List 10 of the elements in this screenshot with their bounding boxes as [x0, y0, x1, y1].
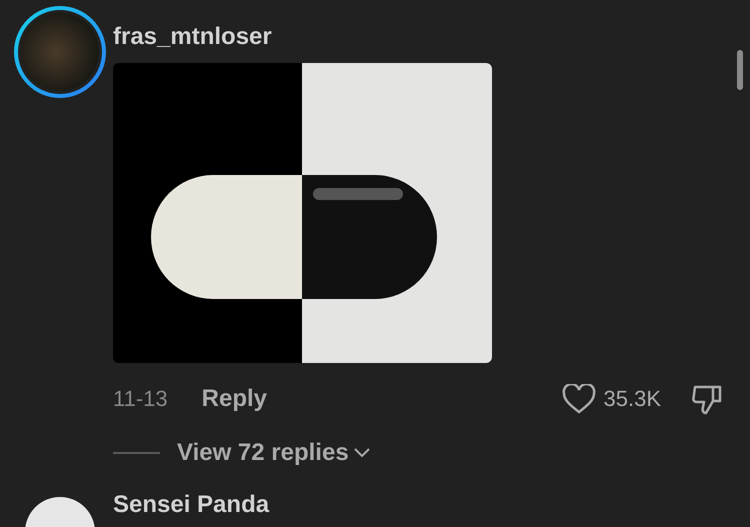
username[interactable]: Sensei Panda — [113, 491, 270, 519]
like-count: 35.3K — [604, 386, 661, 412]
heart-icon[interactable] — [562, 384, 596, 414]
chevron-down-icon[interactable] — [354, 448, 370, 458]
view-replies-button[interactable]: View 72 replies — [177, 439, 349, 467]
reply-button[interactable]: Reply — [202, 385, 267, 413]
thumbs-down-icon[interactable] — [691, 383, 723, 415]
comment-date: 11-13 — [113, 386, 168, 412]
username[interactable]: fras_mtnloser — [113, 23, 272, 51]
scrollbar[interactable] — [737, 50, 743, 90]
